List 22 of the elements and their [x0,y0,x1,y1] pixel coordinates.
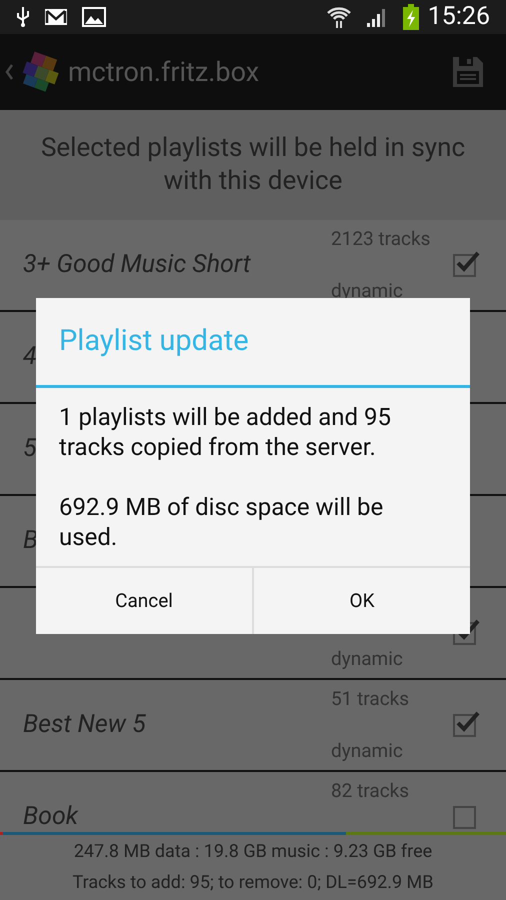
storage-summary: Tracks to add: 95; to remove: 0; DL=692.9 MB [72,871,434,895]
signal-icon [366,7,388,27]
usb-icon [16,6,30,28]
clock: 15:26 [428,1,490,34]
dialog-message: 692.9 MB of disc space will be used. [59,492,384,552]
app-title: mctron.fritz.box [68,54,260,90]
playlist-name: 4 [23,343,37,371]
playlist-name: Book [23,803,78,831]
playlist-name: 5 [23,435,37,463]
playlist-name: Best New 5 [23,711,146,739]
dialog-title: Playlist update [59,322,249,360]
playlist-checkbox[interactable] [453,806,476,828]
save-icon[interactable] [452,56,484,88]
image-icon [82,7,106,27]
playlist-name: 3+ Good Music Short [23,251,251,279]
mail-icon [44,8,68,26]
sync-description: Selected playlists will be held in sync with this device [40,132,466,198]
battery-charging-icon [402,4,420,30]
dialog-message: 1 playlists will be added and 95 tracks copied from the server. [59,402,392,462]
back-caret-icon[interactable] [4,63,14,81]
storage-summary: 247.8 MB data : 19.8 GB music : 9.23 GB free [74,840,432,864]
wifi-icon [326,5,352,29]
